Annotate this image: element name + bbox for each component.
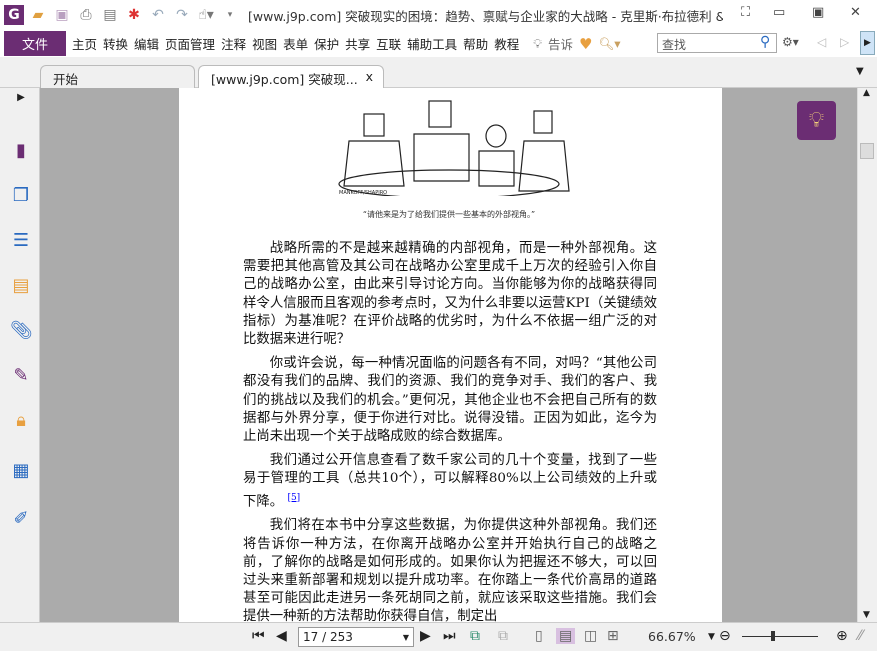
facing-pages-icon[interactable]: ◫	[584, 628, 597, 644]
tab-bar: 开始 [www.j9p.com] 突破现... x ▼	[0, 57, 877, 88]
paragraph: 战略所需的不是越来越精确的内部视角，而是一种外部视角。这需要把其他高管及其公司在…	[243, 241, 657, 348]
page-icon[interactable]: ▮	[10, 140, 32, 162]
forward-arrow-icon[interactable]: ▷	[840, 35, 849, 49]
status-bar: ⏮ ◀ 17 / 253 ▼ ▶ ⏭ ⧉ ⧉ ▯ ▤ ◫ ⊞ 66.67% ▼ ⊖…	[0, 622, 877, 651]
expand-panel-icon[interactable]: ▶	[10, 92, 32, 114]
form-fields-icon[interactable]: ▦	[10, 460, 32, 482]
zoom-level[interactable]: 66.67%	[648, 629, 696, 644]
new-icon[interactable]: ✱	[124, 5, 144, 25]
tell-me[interactable]: 告诉	[548, 34, 573, 53]
paragraph-text: 我们通过公开信息查看了数千家公司的几十个变量，找到了一些易于管理的工具（总共10…	[243, 453, 657, 510]
customize-icon[interactable]: ▾	[220, 5, 240, 25]
footnote-link[interactable]: [5]	[287, 493, 300, 503]
vertical-scrollbar[interactable]: ▲ ▼	[857, 88, 877, 622]
find-folder-icon[interactable]: 🔍︎▾	[598, 36, 620, 52]
first-page-icon[interactable]: ⏮	[252, 628, 265, 644]
undo-icon[interactable]: ↶	[148, 5, 168, 25]
back-arrow-icon[interactable]: ◁	[817, 35, 826, 49]
menu-edit[interactable]: 编辑	[134, 34, 159, 53]
paragraph: 我们通过公开信息查看了数千家公司的几十个变量，找到了一些易于管理的工具（总共10…	[243, 452, 657, 511]
window-title: [www.j9p.com] 突破现实的困境：趋势、禀赋与企业家的大战略 - 克里…	[248, 8, 723, 24]
tab-label: [www.j9p.com] 突破现...	[211, 72, 358, 87]
cartoon-signature: MANKOFF/SHAPIRO	[339, 190, 387, 196]
single-page-icon[interactable]: ▯	[535, 628, 543, 644]
file-menu-button[interactable]: 文件	[4, 31, 66, 56]
properties-icon[interactable]: ▤	[100, 5, 120, 25]
next-view-icon[interactable]: ⧉	[498, 628, 508, 644]
zoom-out-icon[interactable]: ⊖	[719, 628, 731, 644]
maximize-button[interactable]: ▣	[812, 5, 824, 20]
body-text: 战略所需的不是越来越精确的内部视角，而是一种外部视角。这需要把其他高管及其公司在…	[243, 240, 657, 622]
tab-document[interactable]: [www.j9p.com] 突破现... x	[198, 65, 384, 88]
scroll-thumb[interactable]	[860, 143, 874, 159]
title-bar: G ▰ ▣ ⎙ ▤ ✱ ↶ ↷ ☝▾ ▾ [www.j9p.com] 突破现实的…	[0, 0, 877, 30]
last-page-icon[interactable]: ⏭	[443, 628, 456, 644]
comments-icon[interactable]: ▤	[10, 275, 32, 297]
menu-help[interactable]: 帮助	[463, 34, 488, 53]
hand-tool-icon[interactable]: ☝▾	[196, 5, 216, 25]
settings-gear-icon[interactable]: ⚙▾	[782, 35, 799, 49]
pages-thumbnails-icon[interactable]: ❐	[10, 185, 32, 207]
previous-view-icon[interactable]: ⧉	[470, 628, 480, 644]
app-logo-icon: G	[4, 5, 24, 25]
document-view[interactable]: MANKOFF/SHAPIRO “请他来是为了给我们提供一些基本的外部视角。” …	[40, 88, 857, 622]
tab-list-dropdown[interactable]: ▼	[856, 66, 864, 77]
menu-form[interactable]: 表单	[283, 34, 308, 53]
previous-page-icon[interactable]: ◀	[276, 628, 287, 644]
signature-icon[interactable]: ✎	[10, 365, 32, 387]
scroll-up-icon[interactable]: ▲	[863, 88, 870, 98]
resize-grip-icon[interactable]: ⁄⁄	[858, 628, 863, 644]
menu-comment[interactable]: 注释	[221, 34, 246, 53]
scroll-down-icon[interactable]: ▼	[863, 610, 870, 620]
menu-convert[interactable]: 转换	[103, 34, 128, 53]
tab-close-icon[interactable]: x	[366, 69, 373, 84]
minimize-button[interactable]: ▭	[773, 5, 785, 20]
tab-label: 开始	[53, 72, 79, 87]
menu-share[interactable]: 共享	[345, 34, 370, 53]
print-icon[interactable]: ⎙	[76, 5, 96, 25]
menu-connect[interactable]: 互联	[376, 34, 401, 53]
tab-start[interactable]: 开始	[40, 65, 195, 88]
cartoon-caption: “请他来是为了给我们提供一些基本的外部视角。”	[362, 210, 536, 219]
save-icon[interactable]: ▣	[52, 5, 72, 25]
zoom-slider[interactable]	[742, 636, 818, 637]
paragraph: 我们将在本书中分享这些数据，为你提供这种外部视角。我们还将告诉你一种方法，在你离…	[243, 518, 657, 622]
next-page-icon[interactable]: ▶	[420, 628, 431, 644]
menu-page-management[interactable]: 页面管理	[165, 34, 215, 53]
pdf-page: MANKOFF/SHAPIRO “请他来是为了给我们提供一些基本的外部视角。” …	[179, 88, 722, 622]
tips-lightbulb-button[interactable]: 💡︎	[797, 101, 836, 140]
continuous-facing-icon[interactable]: ⊞	[607, 628, 619, 644]
search-input[interactable]: 查找	[657, 33, 777, 53]
page-number: 17 / 253	[303, 630, 353, 644]
attachments-icon[interactable]: 📎︎	[10, 320, 33, 342]
redo-icon[interactable]: ↷	[172, 5, 192, 25]
ribbon-scroll-right[interactable]: ▶	[860, 31, 875, 55]
lightbulb-icon[interactable]: 💡︎	[533, 36, 542, 52]
zoom-in-icon[interactable]: ⊕	[836, 628, 848, 644]
left-panel: ▶ ▮ ❐ ☰ ▤ 📎︎ ✎ 🔒︎ ▦ ✐	[0, 88, 40, 622]
zoom-slider-knob[interactable]	[771, 631, 775, 641]
page-number-field[interactable]: 17 / 253 ▼	[298, 627, 414, 647]
paragraph: 你或许会说，每一种情况面临的问题各有不同，对吗？“其他公司都没有我们的品牌、我们…	[243, 356, 657, 445]
menu-protect[interactable]: 保护	[314, 34, 339, 53]
layers-icon[interactable]: ☰	[10, 230, 32, 252]
menu-tutorial[interactable]: 教程	[494, 34, 519, 53]
open-folder-icon[interactable]: ▰	[28, 5, 48, 25]
fullscreen-icon[interactable]: ⛶	[741, 5, 750, 20]
search-icon[interactable]: ⚲	[760, 34, 770, 50]
menu-view[interactable]: 视图	[252, 34, 277, 53]
feedback-heart-icon[interactable]: ♥	[579, 35, 592, 53]
menu-accessibility[interactable]: 辅助工具	[407, 34, 457, 53]
menu-home[interactable]: 主页	[72, 34, 97, 53]
certificate-icon[interactable]: ✐	[10, 508, 32, 530]
cartoon-illustration: MANKOFF/SHAPIRO	[338, 100, 570, 196]
continuous-page-icon[interactable]: ▤	[556, 628, 576, 644]
security-lock-icon[interactable]: 🔒︎	[10, 410, 32, 432]
zoom-dropdown-icon[interactable]: ▼	[708, 632, 715, 642]
close-button[interactable]: ✕	[850, 5, 861, 20]
